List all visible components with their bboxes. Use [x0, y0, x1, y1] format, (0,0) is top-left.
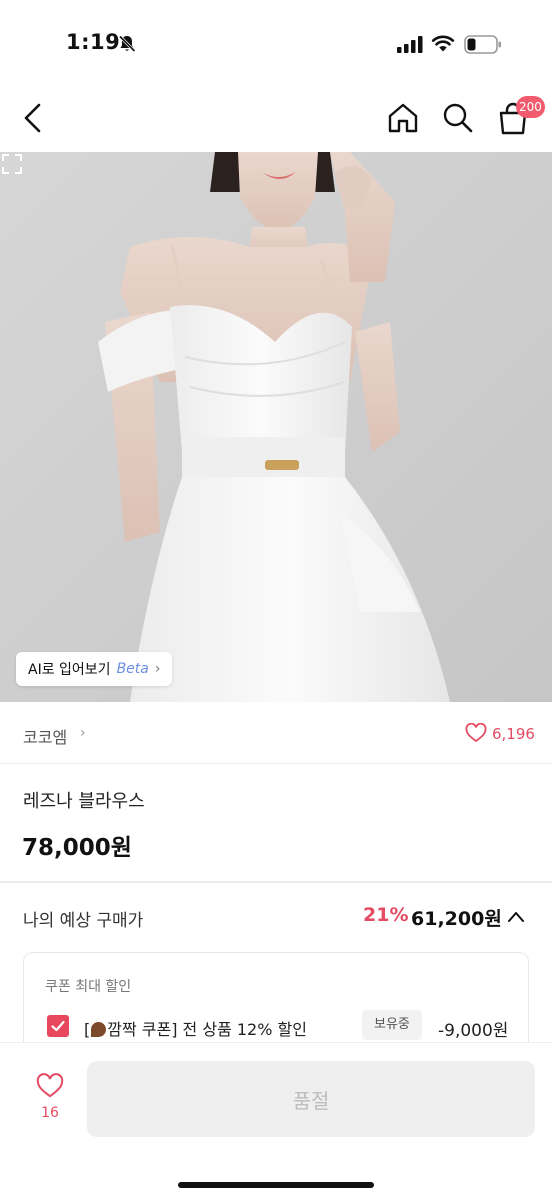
ai-fitting-label: AI로 입어보기: [28, 662, 111, 678]
like-count: 16: [41, 1105, 59, 1121]
section-divider: [0, 881, 552, 883]
bell-off-icon: [118, 35, 136, 53]
cellular-signal-icon: [397, 36, 423, 53]
brand-row[interactable]: 코코엠 › 6,196: [0, 702, 552, 764]
cart-badge: 200: [516, 96, 545, 118]
expected-price-label: 나의 예상 구매가: [23, 911, 144, 931]
ai-fitting-button[interactable]: AI로 입어보기 Beta ›: [16, 652, 173, 686]
ai-fitting-beta-tag: Beta: [116, 661, 149, 677]
product-photo: [0, 152, 552, 702]
bottom-action-bar: 16 품절: [0, 1042, 552, 1200]
status-time: 1:19: [66, 30, 121, 54]
home-indicator: [178, 1182, 374, 1188]
coupon-amount: -9,000원: [438, 1021, 509, 1041]
wifi-icon: [431, 35, 455, 52]
status-bar: 1:19: [0, 0, 552, 84]
product-price: 78,000원: [22, 835, 132, 861]
expected-price-value: 61,200원: [411, 908, 502, 930]
home-icon[interactable]: [385, 100, 421, 136]
battery-icon: [464, 35, 501, 54]
coupon-title: 쿠폰 최대 할인: [45, 979, 132, 995]
chevron-up-icon[interactable]: [505, 906, 527, 928]
back-icon[interactable]: [18, 100, 50, 136]
nav-bar: 200: [0, 84, 552, 152]
check-icon: [51, 1020, 65, 1032]
expected-discount-percent: 21%: [363, 904, 409, 926]
chevron-right-icon: ›: [154, 661, 161, 677]
heart-icon[interactable]: [465, 723, 487, 743]
product-name: 레즈나 블라우스: [23, 791, 145, 812]
coupon-description: [깜짝 쿠폰] 전 상품 12% 할인: [84, 1020, 307, 1039]
like-button[interactable]: 16: [22, 1073, 78, 1133]
brand-name[interactable]: 코코엠: [23, 724, 67, 748]
product-image[interactable]: AI로 입어보기 Beta ›: [0, 152, 552, 702]
heart-icon: [36, 1073, 64, 1098]
search-icon[interactable]: [440, 100, 476, 136]
expand-icon[interactable]: [0, 152, 24, 176]
sold-out-button[interactable]: 품절: [87, 1061, 535, 1137]
coupon-checkbox[interactable]: [47, 1015, 69, 1037]
chocolate-heart-icon: [91, 1022, 107, 1037]
coupon-owned-badge: 보유중: [362, 1010, 422, 1040]
chevron-right-icon: ›: [80, 725, 86, 741]
brand-like-count: 6,196: [492, 725, 535, 743]
